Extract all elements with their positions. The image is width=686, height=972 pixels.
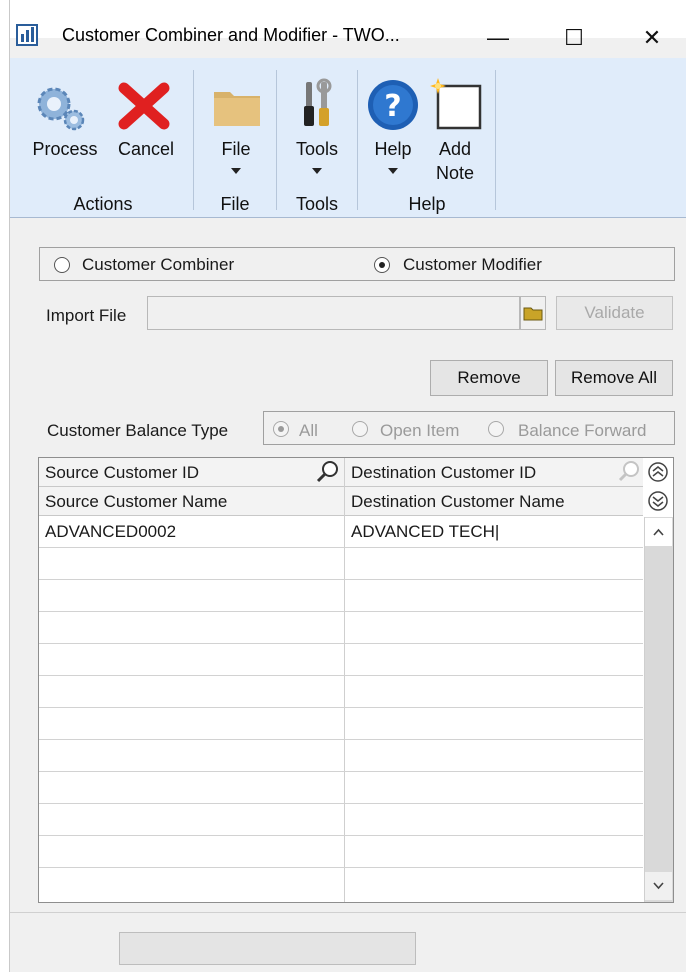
- process-button[interactable]: Process: [24, 138, 106, 160]
- add-note-button-line1[interactable]: Add: [424, 138, 486, 160]
- ribbon-divider: [193, 70, 194, 210]
- customer-modifier-radio[interactable]: [374, 257, 390, 273]
- balance-all-label: All: [299, 421, 318, 440]
- destination-lookup-button[interactable]: [616, 459, 642, 485]
- chevron-up-icon: [653, 528, 664, 536]
- validate-button[interactable]: Validate: [556, 296, 673, 330]
- grid-row-line: [39, 739, 643, 740]
- dynamics-gp-icon: [16, 24, 38, 46]
- svg-text:?: ?: [384, 89, 401, 124]
- customer-combiner-label: Customer Combiner: [82, 255, 235, 274]
- row-destination-customer-id[interactable]: ADVANCED TECH|: [351, 522, 499, 542]
- scroll-down-button[interactable]: [645, 872, 672, 900]
- double-chevron-up-icon[interactable]: [647, 461, 669, 483]
- magnifier-icon: [618, 461, 639, 482]
- status-field: [119, 932, 416, 965]
- grid-row-line: [39, 611, 643, 612]
- chevron-down-icon: [653, 882, 664, 890]
- group-label-tools: Tools: [295, 194, 339, 214]
- add-note-button-line2[interactable]: Note: [424, 162, 486, 184]
- group-label-help: Help: [408, 194, 446, 214]
- header-destination-customer-name[interactable]: Destination Customer Name: [351, 492, 565, 512]
- import-file-input[interactable]: [147, 296, 520, 330]
- header-source-customer-name[interactable]: Source Customer Name: [45, 492, 227, 512]
- tools-icon: [300, 78, 334, 130]
- row-source-customer-id[interactable]: ADVANCED0002: [45, 522, 176, 542]
- customer-combiner-radio[interactable]: [54, 257, 70, 273]
- group-label-file: File: [220, 194, 250, 214]
- close-button[interactable]: ✕: [622, 24, 682, 52]
- grid-scrollbar[interactable]: [644, 517, 673, 902]
- window-title: Customer Combiner and Modifier - TWO...: [62, 25, 400, 45]
- grid-row-line: [39, 675, 643, 676]
- remove-all-button[interactable]: Remove All: [555, 360, 673, 396]
- tools-dropdown-arrow-icon: [312, 168, 322, 174]
- ribbon-divider: [357, 70, 358, 210]
- ribbon-divider: [495, 70, 496, 210]
- grid-row-line: [39, 835, 643, 836]
- grid-row-line: [39, 803, 643, 804]
- header-destination-customer-id[interactable]: Destination Customer ID: [351, 463, 536, 483]
- tools-menu-button[interactable]: Tools: [286, 138, 348, 160]
- red-x-icon: [116, 80, 172, 132]
- folder-icon: [523, 307, 543, 321]
- balance-open-item-label: Open Item: [380, 421, 460, 440]
- window-left-edge: [0, 0, 10, 972]
- group-label-actions: Actions: [73, 194, 133, 214]
- note-icon: [426, 74, 484, 132]
- help-dropdown-arrow-icon: [388, 168, 398, 174]
- ribbon-divider: [276, 70, 277, 210]
- scroll-up-button[interactable]: [645, 518, 672, 546]
- minimize-button[interactable]: —: [468, 24, 528, 52]
- balance-forward-label: Balance Forward: [518, 421, 647, 440]
- folder-icon: [212, 82, 262, 128]
- customer-modifier-label: Customer Modifier: [403, 255, 542, 274]
- grid-row-line: [39, 579, 643, 580]
- remove-button[interactable]: Remove: [430, 360, 548, 396]
- grid-row-line: [39, 547, 643, 548]
- file-dropdown-arrow-icon: [231, 168, 241, 174]
- import-file-label: Import File: [46, 306, 127, 325]
- source-lookup-button[interactable]: [314, 459, 342, 485]
- cancel-button[interactable]: Cancel: [108, 138, 184, 160]
- grid-row-line: [39, 707, 643, 708]
- browse-folder-button[interactable]: [520, 296, 546, 330]
- help-question-icon: ?: [366, 78, 420, 132]
- file-menu-button[interactable]: File: [208, 138, 264, 160]
- gears-icon: [32, 80, 88, 132]
- magnifier-icon: [316, 461, 338, 483]
- grid-row-line: [39, 643, 643, 644]
- header-source-customer-id[interactable]: Source Customer ID: [45, 463, 199, 483]
- grid-row-line: [39, 867, 643, 868]
- balance-all-radio[interactable]: [273, 421, 289, 437]
- maximize-button[interactable]: ☐: [544, 24, 604, 52]
- balance-forward-radio[interactable]: [488, 421, 504, 437]
- double-chevron-down-icon[interactable]: [647, 490, 669, 512]
- grid-row-line: [39, 771, 643, 772]
- help-menu-button[interactable]: Help: [364, 138, 422, 160]
- balance-open-item-radio[interactable]: [352, 421, 368, 437]
- balance-type-label: Customer Balance Type: [47, 421, 229, 440]
